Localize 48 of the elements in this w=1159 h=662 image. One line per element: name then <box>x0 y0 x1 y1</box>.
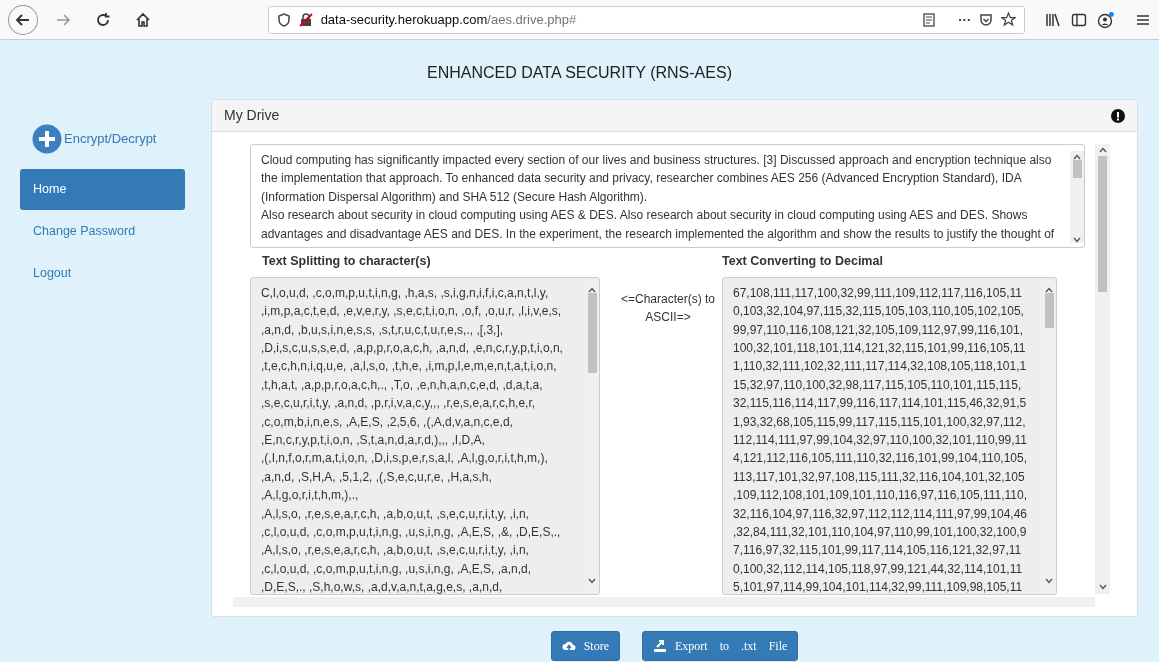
home-icon <box>134 11 151 28</box>
sidebar-icon[interactable] <box>1071 11 1088 28</box>
chevron-down-icon[interactable] <box>1098 584 1107 590</box>
insecure-lock-icon <box>298 12 313 27</box>
scrollbar-thumb[interactable] <box>587 292 597 373</box>
url-text: data-security.herokuapp.com/aes.drive.php# <box>320 10 577 29</box>
section-heading: Text Splitting to character(s) <box>262 253 432 271</box>
store-button[interactable]: Store <box>550 631 620 661</box>
plus-circle-icon <box>32 124 62 154</box>
reader-view-icon[interactable] <box>922 12 937 27</box>
sidebar-item[interactable]: Home <box>20 169 185 210</box>
chevron-up-icon[interactable] <box>1073 154 1081 160</box>
scrollbar-thumb[interactable] <box>1072 160 1082 178</box>
account-icon[interactable] <box>1097 10 1116 29</box>
export-icon <box>653 639 667 653</box>
chevron-down-icon[interactable] <box>1045 577 1053 584</box>
characters-text-area[interactable]: C,l,o,u,d, ,c,o,m,p,u,t,i,n,g, ,h,a,s, ,s,i,g,n,i,f,i,c,a,n,t,l,y, ,i,m,p,a,c,t,e,d, ,e,v,e,r,y, ,s,e,c,t,i,o,n, ,o,f, ,o,u,r, ,l,i,v,e,s, ,a,n,d, ,b,u,s,i,n,e,s,s, ,s,t,r,u,c,t,u,r,e,s,., ,[,3,], ,D,i,s,c,u,s,s,e,d, ,a,p,p,r,o,a,c,h, ,a,n,d, ,e,n,c,r,y,p,t,i,o,n, ,t,e,c,h,n,i,q,u,e, ,a,l,s,o, ,t,h,e, ,i,m,p,l,e,m,e,n,t,a,t,i,o,n, ,t,h,a,t, ,a,p,p,r,o,a,c,h,., ,T,o, ,e,n,h,a,n,c,e,d, ,d,a,t,a, ,s,e,c,u,r,i,t,y, ,a,n,d, ,p,r,i,v,a,c,y,,, ,r,e,s,e,a,r,c,h,e,r, ,c,o,m,b,i,n,e,s, ,A,E,S, ,2,5,6, ,(,A,d,v,a,n,c,e,d, ,E,n,c,r,y,p,t,i,o,n, ,S,t,a,n,d,a,r,d,),,, ,I,D,A, ,(,I,n,f,o,r,m,a,t,i,o,n, ,D,i,s,p,e,r,s,a,l, ,A,l,g,o,r,i,t,h,m,), ,a,n,d, ,S,H,A, ,5,1,2, ,(,S,e,c,u,r,e, ,H,a,s,h, ,A,l,g,o,r,i,t,h,m,),., ,A,l,s,o, ,r,e,s,e,a,r,c,h, ,a,b,o,u,t, ,s,e,c,u,r,i,t,y, ,i,n, ,c,l,o,u,d, ,c,o,m,p,u,t,i,n,g, ,u,s,i,n,g, ,A,E,S, ,&, ,D,E,S,., ,A,l,s,o, ,r,e,s,e,a,r,c,h, ,a,b,o,u,t, ,s,e,c,u,r,i,t,y, ,i,n, ,c,l,o,u,d, ,c,o,m,p,u,t,i,n,g, ,u,s,i,n,g, ,A,E,S, ,a,n,d, ,D,E,S,., ,S,h,o,w,s, ,a,d,v,a,n,t,a,g,e,s, ,a,n,d, <box>250 276 600 595</box>
cloud-upload-icon <box>561 640 576 652</box>
input-text-area[interactable]: Cloud computing has significantly impacted every section of our lives and business structures. [3] Discussed approach and encryption technique also the implementation that approach. To enhanced data security and privacy, researcher combines AES 256 (Advanced Encryption Standard), IDA (Information Dispersal Algorithm) and SHA 512 (Secure Hash Algorithm). Also research about security in cloud computing using AES & DES. Also research about security in cloud computing using AES and DES. Shows advantages and disadvantage AES and DES. In the experiment, the research implemented the algorithm and show the results to justify the thought of <box>250 144 1085 249</box>
horizontal-scrollbar[interactable] <box>233 596 1095 607</box>
pocket-icon[interactable] <box>979 12 994 27</box>
export-button[interactable]: Export to .txt File <box>642 631 799 661</box>
info-icon[interactable] <box>1111 108 1125 123</box>
encrypt-decrypt-link[interactable]: Encrypt/Decrypt <box>20 99 185 169</box>
chevron-up-icon[interactable] <box>1045 286 1053 293</box>
back-arrow-icon <box>14 11 31 28</box>
decimal-text-area[interactable]: 67,108,111,117,100,32,99,111,109,112,117,116,105,11 0,103,32,104,97,115,32,115,105,103,110,105,102,105, 99,97,110,116,108,121,32,105,109,112,97,99,116,101, 100,32,101,118,101,114,121,32,115,101,99,116,105,11 1,110,32,111,102,32,111,117,114,32,108,105,118,101,1 15,32,97,110,100,32,98,117,115,105,110,101,115,115, 32,115,116,114,117,99,116,117,114,101,115,46,32,91,5 1,93,32,68,105,115,99,117,115,115,101,100,32,97,112, 112,114,111,97,99,104,32,97,110,100,32,101,110,99,11 4,121,112,116,105,111,110,32,116,101,99,104,110,105, 113,117,101,32,97,108,115,111,32,116,104,101,32,105 ,109,112,108,101,109,101,110,116,97,116,105,111,110, 32,116,104,97,116,32,97,112,112,114,111,97,99,104,46 ,32,84,111,32,101,110,104,97,110,99,101,100,32,100,9 7,116,97,32,115,101,99,117,114,105,116,121,32,97,11 0,100,32,112,114,105,118,97,99,121,44,32,114,101,11 5,101,97,114,99,104,101,114,32,99,111,109,98,105,11 <box>722 276 1057 595</box>
scrollbar-thumb[interactable] <box>1098 156 1107 292</box>
app-title: ENHANCED DATA SECURITY (RNS-AES) <box>426 63 733 83</box>
sidebar-item[interactable]: Logout <box>20 252 185 294</box>
scrollbar[interactable] <box>1095 144 1110 594</box>
forward-arrow-icon <box>54 11 71 28</box>
reload-icon <box>94 11 111 28</box>
address-bar[interactable]: data-security.herokuapp.com/aes.drive.php# ··· <box>267 5 1026 34</box>
chevron-up-icon[interactable] <box>1098 147 1107 153</box>
scrollbar[interactable] <box>1070 151 1084 243</box>
star-icon[interactable] <box>1001 12 1017 27</box>
scrollbar-thumb[interactable] <box>1044 292 1054 328</box>
sidebar-item[interactable]: Change Password <box>20 210 185 252</box>
more-actions-button[interactable]: ··· <box>958 9 972 30</box>
shield-icon <box>276 12 291 27</box>
chevron-up-icon[interactable] <box>588 286 596 293</box>
panel-title: My Drive <box>224 106 280 125</box>
chevron-down-icon[interactable] <box>588 577 596 584</box>
section-heading: Text Converting to Decimal <box>722 253 884 271</box>
chevron-down-icon[interactable] <box>1073 237 1081 243</box>
conversion-label: <=Character(s) to ASCII=> <box>619 291 716 327</box>
library-icon[interactable] <box>1045 11 1062 28</box>
